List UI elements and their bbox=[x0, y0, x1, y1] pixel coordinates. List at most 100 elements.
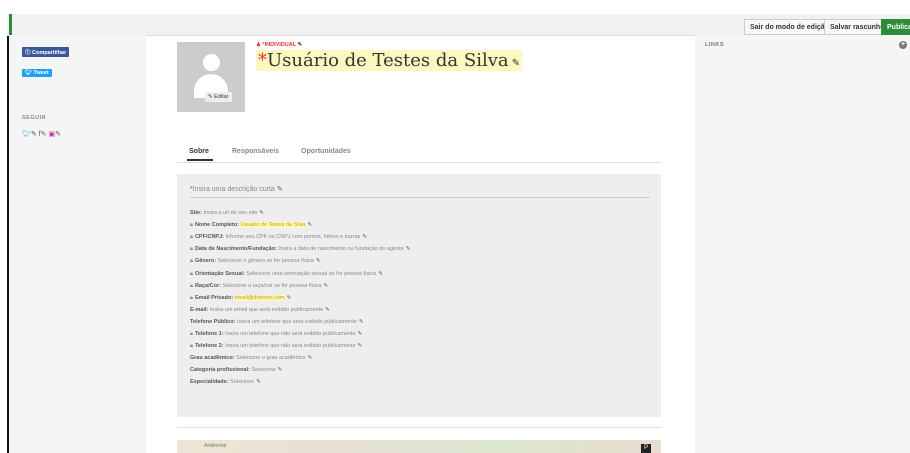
description-field[interactable]: *Insira uma descrição curta ✎ bbox=[190, 185, 650, 198]
agent-type-tag[interactable]: ♟ *INDIVIDUAL ✎ bbox=[256, 42, 302, 48]
field-value[interactable]: Usuário de Testes da Silva bbox=[240, 222, 306, 229]
share-button[interactable]: ⓕ Compartilhar bbox=[22, 47, 70, 57]
field-value[interactable]: Selecione bbox=[230, 379, 254, 385]
map-control-button[interactable]: P bbox=[641, 444, 651, 453]
pencil-icon: ✎ bbox=[358, 318, 364, 325]
profile-field[interactable]: Site: Insira a url de seu site ✎ bbox=[190, 210, 264, 216]
profile-field[interactable]: 🔒︎ Nome Completo: Usuário de Testes da Si… bbox=[190, 222, 312, 229]
publish-button[interactable]: Publicar bbox=[881, 19, 910, 35]
field-label: Email Privado: bbox=[194, 294, 235, 301]
field-label: Especialidade: bbox=[190, 379, 231, 386]
pencil-icon: ✎ bbox=[315, 258, 321, 265]
field-label: E-mail: bbox=[190, 306, 210, 313]
window-top-frame bbox=[0, 0, 910, 14]
pencil-icon: ✎ bbox=[256, 379, 261, 386]
lock-icon: 🔒︎ bbox=[190, 331, 193, 337]
map-place-label: Ambiental bbox=[204, 443, 227, 449]
lock-icon: 🔒︎ bbox=[190, 270, 193, 277]
person-icon: ♟ bbox=[256, 42, 263, 48]
field-value[interactable]: Selecione uma orientação sexual se for p… bbox=[246, 271, 376, 277]
profile-field[interactable]: 🔒︎ Telefone 2: Insira um telefone que não… bbox=[190, 343, 362, 350]
pencil-icon: ✎ bbox=[277, 367, 283, 374]
field-label: Raça/Cor: bbox=[194, 282, 223, 289]
field-label: Categoria profissional: bbox=[190, 367, 252, 374]
field-value[interactable]: Insira um email que será exibido publica… bbox=[210, 307, 323, 313]
field-value[interactable]: Selecione a raça/cor se for pessoa físic… bbox=[222, 283, 321, 289]
pencil-icon: ✎ bbox=[325, 306, 330, 313]
field-value[interactable]: Informe seu CPF ou CNPJ com pontos, hífe… bbox=[226, 234, 361, 240]
pencil-icon: ✎ bbox=[508, 58, 521, 69]
share-label: Compartilhar bbox=[32, 50, 67, 56]
lock-icon: 🔒︎ bbox=[190, 282, 193, 289]
profile-field[interactable]: Grau acadêmico: Selecione o grau acadêmi… bbox=[190, 355, 312, 361]
lock-icon: 🔒︎ bbox=[190, 246, 193, 253]
twitter-link-icon[interactable]: 🐦︎ bbox=[22, 131, 31, 138]
field-label: CPF/CNPJ: bbox=[194, 234, 226, 241]
lock-icon: 🔒︎ bbox=[190, 343, 193, 350]
links-title: LINKS bbox=[705, 42, 724, 48]
field-value[interactable]: Selecione o gênero se for pessoa física bbox=[218, 258, 314, 264]
agent-name: Usuário de Testes da Silva bbox=[267, 50, 509, 71]
field-value[interactable]: Insira um telefone que não será exibido … bbox=[225, 343, 356, 349]
profile-field[interactable]: 🔒︎ Data de Nascimento/Fundação: Insira a … bbox=[190, 246, 410, 253]
pencil-icon[interactable]: ✎ bbox=[41, 131, 47, 138]
pencil-icon: ✎ bbox=[307, 355, 313, 362]
pencil-icon: ✎ bbox=[357, 331, 363, 337]
profile-field[interactable]: 🔒︎ Orientação Sexual: Selecione uma orien… bbox=[190, 271, 383, 278]
left-sidebar bbox=[9, 35, 146, 453]
profile-field[interactable]: Especialidade: Selecione ✎ bbox=[190, 379, 261, 385]
edit-avatar-button[interactable]: ✎ Editar bbox=[205, 92, 232, 102]
pencil-icon: ✎ bbox=[357, 343, 363, 350]
active-tab-indicator bbox=[187, 159, 213, 161]
field-value[interactable]: Insira a data de nascimento ou fundação … bbox=[278, 246, 403, 252]
pencil-icon: ✎ bbox=[405, 246, 411, 253]
social-links: 🐦︎✎ f✎ ▣✎ bbox=[22, 130, 61, 138]
field-label: Telefone Público: bbox=[190, 318, 237, 325]
profile-field[interactable]: 🔒︎ Gênero: Selecione o gênero se for pess… bbox=[190, 258, 320, 265]
edit-avatar-label: Editar bbox=[214, 94, 229, 100]
field-value[interactable]: Insira um telefone que não será exibido … bbox=[225, 331, 356, 337]
description-placeholder: Insira uma descrição curta bbox=[192, 186, 275, 193]
exit-edit-button[interactable]: Sair do modo de edição bbox=[744, 19, 835, 35]
field-label: Orientação Sexual: bbox=[194, 270, 247, 277]
profile-field[interactable]: Telefone Público: Insira um telefone que… bbox=[190, 319, 363, 325]
lock-icon: 🔒︎ bbox=[190, 234, 193, 241]
pencil-icon: ✎ bbox=[362, 234, 367, 241]
pencil-icon: ✎ bbox=[274, 186, 283, 193]
pencil-icon[interactable]: ✎ bbox=[31, 131, 37, 138]
field-value[interactable]: Insira um telefone que será exibido publ… bbox=[237, 319, 357, 325]
page-title[interactable]: *Usuário de Testes da Silva ✎ bbox=[256, 50, 523, 71]
field-value[interactable]: Insira a url de seu site bbox=[203, 210, 257, 216]
field-label: Telefone 2: bbox=[194, 343, 226, 350]
avatar-head bbox=[203, 54, 220, 71]
tweet-button[interactable]: 🐦︎ Tweet bbox=[22, 69, 52, 77]
field-label: Gênero: bbox=[194, 258, 218, 265]
follow-title: SEGUIR bbox=[22, 115, 47, 121]
lock-icon: 🔒︎ bbox=[190, 258, 193, 265]
field-value[interactable]: email@dominio.com bbox=[234, 294, 285, 301]
pencil-icon[interactable]: ✎ bbox=[55, 131, 61, 138]
field-label: Data de Nascimento/Fundação: bbox=[194, 246, 279, 253]
pencil-icon: ✎ bbox=[378, 270, 383, 277]
tweet-label: Tweet bbox=[33, 70, 49, 76]
profile-field[interactable]: 🔒︎ Email Privado: email@dominio.com ✎ bbox=[190, 294, 291, 302]
map[interactable]: Ambiental bbox=[177, 440, 661, 453]
field-label: Site: bbox=[190, 210, 204, 216]
field-label: Nome Completo: bbox=[194, 222, 241, 229]
profile-field[interactable]: Categoria profissional: Selecione ✎ bbox=[190, 367, 282, 373]
add-link-icon[interactable]: + bbox=[899, 41, 907, 49]
toolbar-accent bbox=[9, 14, 12, 35]
field-label: Telefone 1: bbox=[194, 331, 226, 337]
field-value[interactable]: Selecione bbox=[251, 367, 275, 373]
required-marker: * bbox=[258, 50, 267, 71]
tab-sobre[interactable]: Sobre bbox=[189, 148, 209, 155]
field-value[interactable]: Selecione o grau acadêmico bbox=[236, 355, 305, 361]
profile-field[interactable]: 🔒︎ Raça/Cor: Selecione a raça/cor se for … bbox=[190, 283, 328, 290]
profile-field[interactable]: E-mail: Insira um email que será exibido… bbox=[190, 307, 330, 313]
tab-oportunidades[interactable]: Oportunidades bbox=[301, 148, 351, 155]
pencil-icon: ✎ bbox=[259, 210, 264, 216]
profile-field[interactable]: 🔒︎ CPF/CNPJ: Informe seu CPF ou CNPJ com … bbox=[190, 234, 367, 241]
profile-field[interactable]: 🔒︎ Telefone 1: Insira um telefone que não… bbox=[190, 331, 362, 338]
tab-responsaveis[interactable]: Responsáveis bbox=[232, 148, 279, 155]
field-label: Grau acadêmico: bbox=[190, 355, 237, 362]
